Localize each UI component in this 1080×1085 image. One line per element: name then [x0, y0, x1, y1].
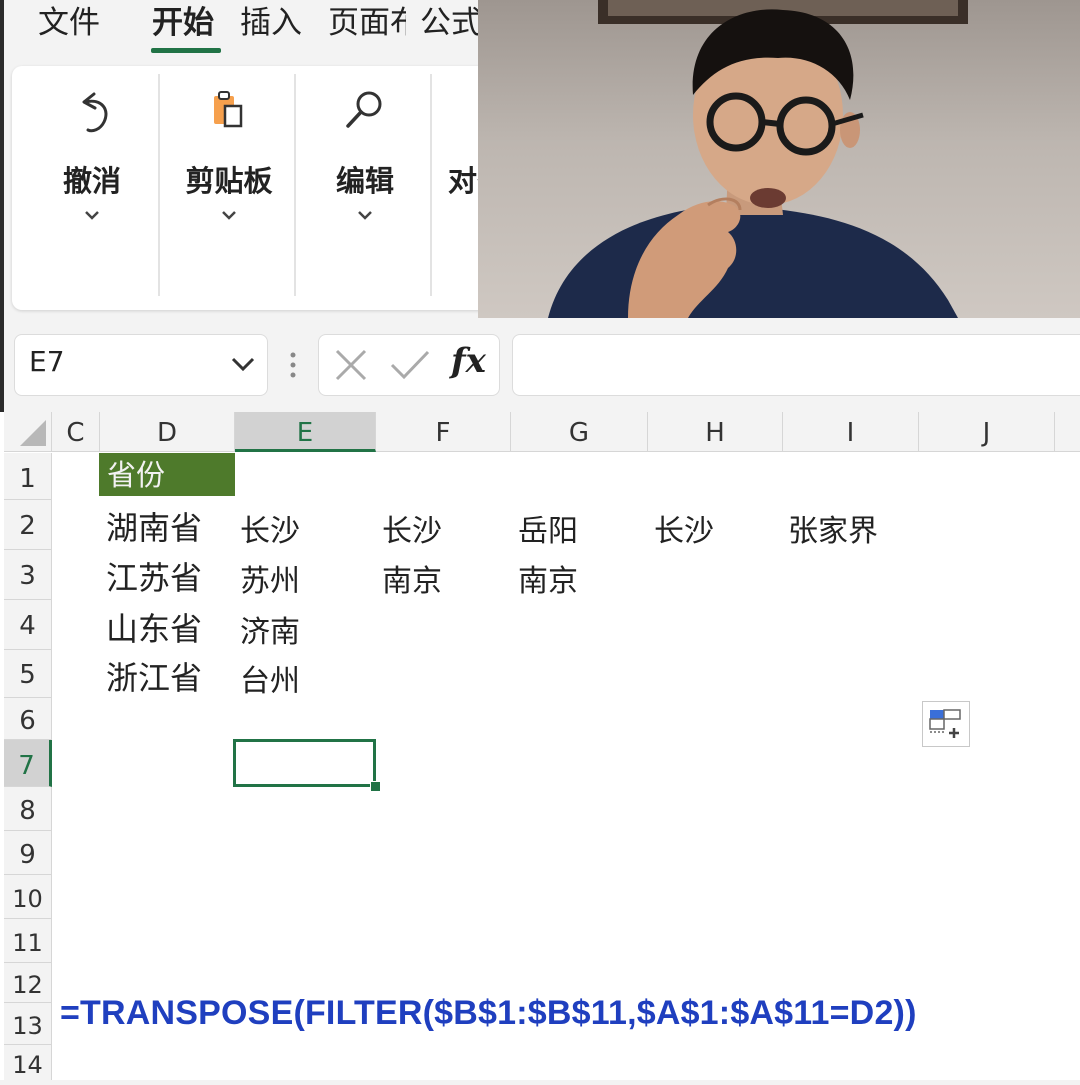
- select-all-corner[interactable]: [4, 412, 52, 452]
- fill-handle[interactable]: [370, 781, 381, 792]
- column-header[interactable]: [1055, 412, 1080, 452]
- header-cell-province[interactable]: 省份: [99, 453, 235, 496]
- chevron-down-icon: [32, 206, 152, 226]
- row-header[interactable]: 1: [4, 453, 52, 500]
- province-cell[interactable]: 江苏省: [106, 553, 202, 599]
- formula-input[interactable]: [512, 334, 1080, 396]
- row-header[interactable]: 8: [4, 787, 52, 831]
- column-header[interactable]: H: [648, 412, 783, 452]
- search-icon: [300, 86, 430, 136]
- undo-label: 撤消: [62, 164, 121, 198]
- column-header-selected[interactable]: E: [235, 412, 376, 452]
- column-header[interactable]: D: [100, 412, 235, 452]
- column-header[interactable]: F: [376, 412, 511, 452]
- webcam-overlay: [478, 0, 1080, 318]
- row-header[interactable]: 10: [4, 875, 52, 919]
- tab-file[interactable]: 文件: [38, 0, 118, 50]
- row-header[interactable]: 3: [4, 550, 52, 600]
- row-header[interactable]: 13: [4, 1003, 52, 1045]
- row-header-selected[interactable]: 7: [4, 740, 52, 787]
- row-header[interactable]: 12: [4, 963, 52, 1003]
- city-cell[interactable]: 济南: [240, 607, 300, 651]
- quick-analysis-icon[interactable]: [922, 701, 970, 747]
- column-header[interactable]: I: [783, 412, 919, 452]
- column-header[interactable]: G: [511, 412, 648, 452]
- clipboard-label: 剪贴板: [185, 164, 273, 198]
- chevron-down-icon: [300, 206, 430, 226]
- province-cell[interactable]: 湖南省: [106, 503, 202, 549]
- active-tab-indicator: [151, 48, 221, 53]
- ribbon-group-undo[interactable]: 撤消: [32, 66, 152, 310]
- formula-buttons: fx: [318, 334, 500, 396]
- ribbon-group-clipboard[interactable]: 剪贴板: [164, 66, 294, 310]
- editing-label: 编辑: [335, 164, 394, 198]
- active-cell[interactable]: [233, 739, 376, 787]
- formula-caption: =TRANSPOSE(FILTER($B$1:$B$11,$A$1:$A$11=…: [60, 994, 917, 1032]
- column-header[interactable]: C: [52, 412, 100, 452]
- city-cell[interactable]: 长沙: [382, 506, 442, 550]
- name-box-value: E7: [29, 345, 65, 378]
- chevron-down-icon[interactable]: [229, 353, 257, 379]
- row-header[interactable]: 11: [4, 919, 52, 963]
- drag-handle-icon[interactable]: [286, 350, 300, 386]
- tab-insert[interactable]: 插入: [240, 0, 312, 50]
- ribbon: 撤消 剪贴板 编辑 对齐方式: [12, 66, 492, 310]
- ribbon-group-editing[interactable]: 编辑: [300, 66, 430, 310]
- province-cell[interactable]: 山东省: [106, 604, 202, 650]
- menu-tabs: 文件 开始 插入 页面布局 公式: [4, 0, 482, 62]
- city-cell[interactable]: 台州: [240, 656, 300, 700]
- tab-formulas[interactable]: 公式: [420, 0, 482, 50]
- city-cell[interactable]: 苏州: [240, 556, 300, 600]
- row-header[interactable]: 2: [4, 500, 52, 550]
- row-header[interactable]: 5: [4, 650, 52, 698]
- row-header[interactable]: 9: [4, 831, 52, 875]
- city-cell[interactable]: 岳阳: [518, 506, 578, 550]
- name-box[interactable]: E7: [14, 334, 268, 396]
- row-header[interactable]: 6: [4, 698, 52, 740]
- chevron-down-icon: [164, 206, 294, 226]
- province-cell[interactable]: 浙江省: [106, 653, 202, 699]
- group-divider: [294, 74, 296, 296]
- cancel-icon[interactable]: [333, 347, 369, 387]
- undo-icon: [32, 86, 152, 136]
- insert-function-button[interactable]: fx: [451, 341, 486, 381]
- city-cell[interactable]: 长沙: [240, 506, 300, 550]
- city-cell[interactable]: 南京: [382, 556, 442, 600]
- tab-home[interactable]: 开始: [152, 0, 224, 50]
- city-cell[interactable]: 南京: [518, 556, 578, 600]
- confirm-icon[interactable]: [389, 347, 431, 387]
- group-divider: [430, 74, 432, 296]
- row-header[interactable]: 14: [4, 1045, 52, 1080]
- city-cell[interactable]: 长沙: [654, 506, 714, 550]
- group-divider: [158, 74, 160, 296]
- tab-page-layout[interactable]: 页面布局: [328, 0, 406, 50]
- row-header[interactable]: 4: [4, 600, 52, 650]
- clipboard-icon: [164, 86, 294, 136]
- column-header[interactable]: J: [919, 412, 1055, 452]
- city-cell[interactable]: 张家界: [788, 506, 878, 550]
